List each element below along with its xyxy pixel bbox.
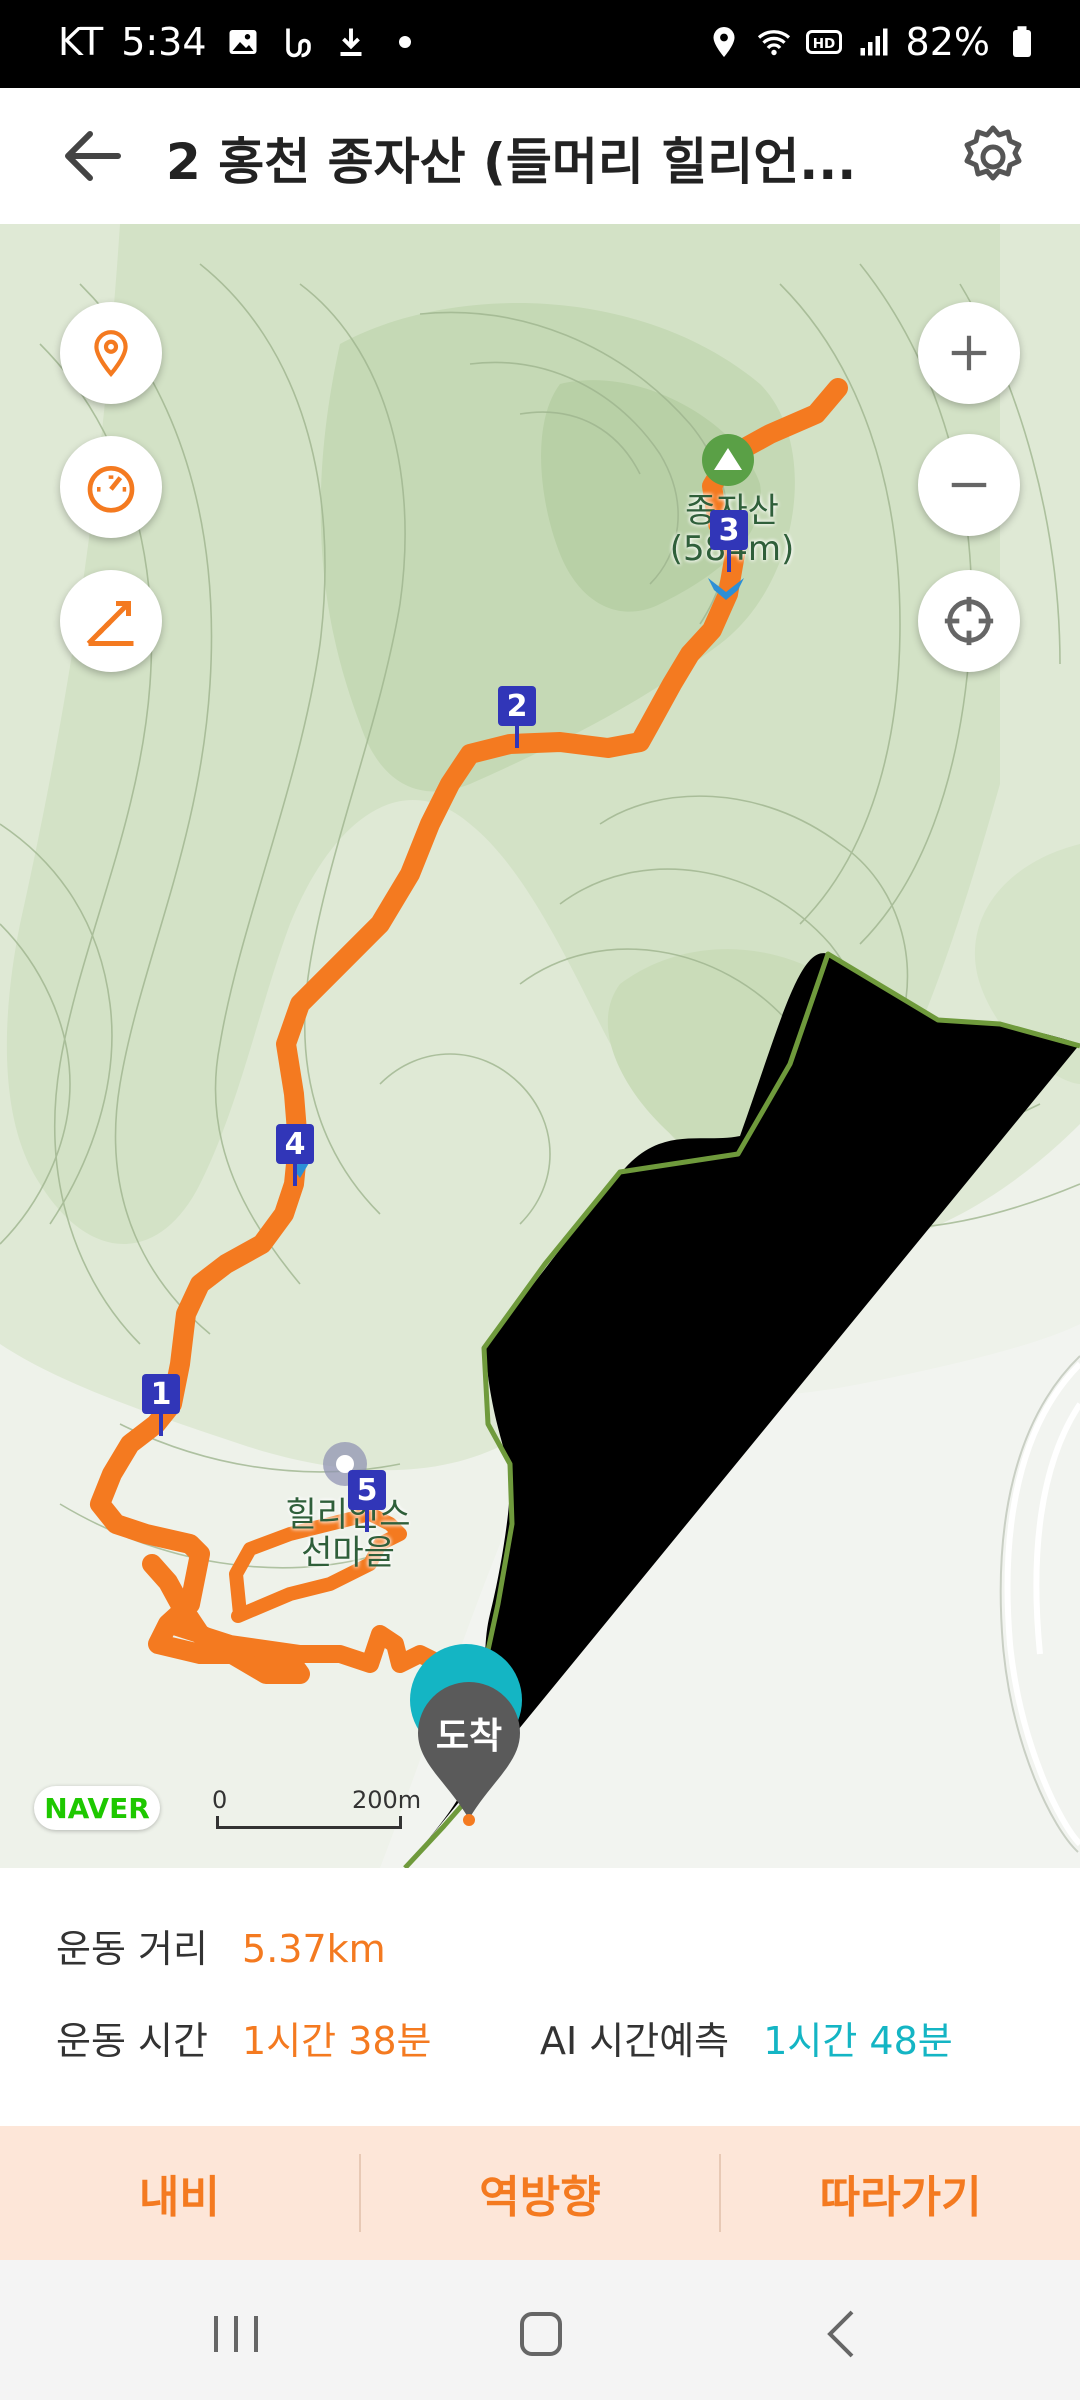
wifi-icon xyxy=(757,30,790,56)
map-scale: 0 200m xyxy=(210,1786,422,1832)
page-title: 2 홍천 종자산 (들머리 힐리언... xyxy=(166,133,857,191)
status-left: KT 5:34 xyxy=(58,20,423,64)
time-label: 운동 시간 xyxy=(56,2019,208,2063)
system-nav-bar xyxy=(0,2260,1080,2400)
battery-icon xyxy=(1013,26,1031,57)
arrival-pin[interactable]: 도착 xyxy=(414,1678,524,1828)
home-icon[interactable] xyxy=(500,2304,580,2364)
ai-time-label: AI 시간예측 xyxy=(540,2019,730,2063)
waypoint-marker-1[interactable]: 1 xyxy=(142,1374,180,1436)
app-header: 2 홍천 종자산 (들머리 힐리언... xyxy=(0,88,1080,224)
clock-text: 5:34 xyxy=(121,20,207,64)
scale-distance: 200m xyxy=(352,1786,422,1814)
dot-icon xyxy=(398,36,411,48)
status-right: HD 82% xyxy=(706,20,1040,64)
crosshair-icon xyxy=(944,596,994,646)
distance-label: 운동 거리 xyxy=(56,1927,208,1971)
waypoint-marker-3[interactable]: 3 xyxy=(710,510,748,572)
topo-map-canvas xyxy=(0,224,1080,1868)
time-row: 운동 시간 1시간 38분 xyxy=(56,2010,432,2065)
svg-text:HD: HD xyxy=(812,36,835,52)
zoom-out-button[interactable] xyxy=(918,434,1020,536)
navigate-button[interactable]: 내비 xyxy=(0,2126,359,2260)
zoom-in-icon xyxy=(951,335,987,371)
speedometer-icon xyxy=(87,466,135,513)
action-bar: 내비 역방향 따라가기 xyxy=(0,2126,1080,2260)
battery-text: 82% xyxy=(905,20,990,64)
reverse-button[interactable]: 역방향 xyxy=(361,2126,720,2260)
elevation-button[interactable] xyxy=(60,570,162,672)
elevation-icon xyxy=(86,601,134,646)
back-nav-icon[interactable] xyxy=(804,2304,884,2364)
recent-apps-icon[interactable] xyxy=(196,2304,276,2364)
scale-zero: 0 xyxy=(212,1786,228,1814)
image-icon xyxy=(229,30,257,54)
naver-logo: NAVER xyxy=(34,1786,160,1830)
waypoint-marker-4[interactable]: 4 xyxy=(276,1124,314,1186)
zoom-in-button[interactable] xyxy=(918,302,1020,404)
hd-icon: HD xyxy=(805,30,842,54)
carrier-text: KT xyxy=(58,20,104,64)
time-value: 1시간 38분 xyxy=(242,2019,432,2063)
b-app-icon xyxy=(285,28,311,58)
ai-time-row: AI 시간예측 1시간 48분 xyxy=(540,2010,953,2065)
location-icon xyxy=(713,27,735,57)
distance-value: 5.37km xyxy=(242,1927,386,1971)
map-view[interactable]: 종자산 (584m) 힐리언스 선마을 1 2 3 4 5 도착 NAVER 0… xyxy=(0,224,1080,1868)
place-name-line2: 선마을 xyxy=(301,1533,395,1573)
status-bar: KT 5:34 HD 82% xyxy=(0,0,1080,88)
arrow-left-icon[interactable] xyxy=(58,124,128,188)
ai-time-value: 1시간 48분 xyxy=(763,2019,953,2063)
stats-panel: 운동 거리 5.37km 운동 시간 1시간 38분 AI 시간예측 1시간 4… xyxy=(0,1868,1080,2126)
signal-icon xyxy=(860,28,888,56)
distance-row: 운동 거리 5.37km xyxy=(56,1918,386,1973)
scale-bar xyxy=(216,1816,402,1829)
follow-button[interactable]: 따라가기 xyxy=(721,2126,1080,2260)
location-pin-icon xyxy=(94,330,128,377)
speed-button[interactable] xyxy=(60,436,162,538)
location-pin-button[interactable] xyxy=(60,302,162,404)
waypoint-marker-2[interactable]: 2 xyxy=(498,686,536,748)
my-location-button[interactable] xyxy=(918,570,1020,672)
waypoint-marker-5[interactable]: 5 xyxy=(348,1470,386,1532)
arrival-label: 도착 xyxy=(435,1716,503,1757)
zoom-out-icon xyxy=(951,482,987,488)
gear-icon[interactable] xyxy=(958,122,1028,192)
download-icon xyxy=(340,28,362,56)
